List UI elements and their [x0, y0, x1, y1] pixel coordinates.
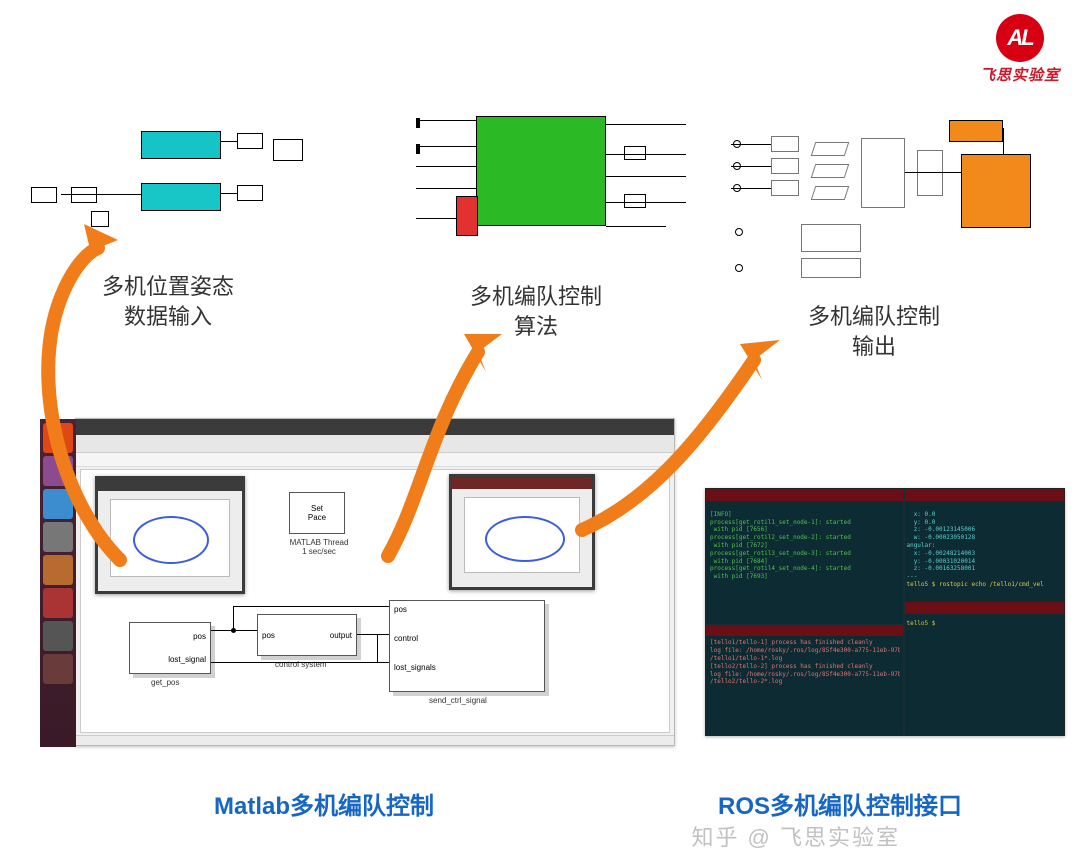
wire	[221, 193, 237, 194]
wire	[211, 662, 389, 663]
small-box	[624, 194, 646, 208]
scope-window-1[interactable]	[95, 476, 245, 594]
block-name: send_ctrl_signal	[429, 696, 487, 705]
wire	[233, 606, 234, 630]
wire-junction	[231, 628, 236, 633]
port-label: output	[330, 631, 352, 640]
small-box	[237, 133, 263, 149]
ros-screenshot: [INFO] process[get_rotil1_set_node-1]: s…	[705, 488, 1065, 736]
cyan-block-1	[141, 131, 221, 159]
mini-diagram-algorithm	[415, 105, 695, 275]
launcher-icon[interactable]	[43, 588, 73, 618]
terminal-pane-3[interactable]: [tello1/tello-1] process has finished cl…	[710, 632, 900, 730]
orange-block	[961, 154, 1031, 228]
small-box	[31, 187, 57, 203]
small-box	[624, 146, 646, 160]
plot-area	[110, 499, 230, 577]
logo-mark: AL	[996, 14, 1044, 62]
wire	[221, 141, 237, 142]
port-label: control	[394, 634, 418, 643]
green-block	[476, 116, 606, 226]
port-label: pos	[394, 605, 407, 614]
terminal-titlebar	[706, 489, 903, 501]
caption-ros: ROS多机编队控制接口	[718, 786, 962, 821]
pane-divider	[706, 624, 903, 626]
brand-logo: AL 飞思实验室	[980, 14, 1060, 85]
label-input: 多机位置姿态 数据输入	[102, 272, 234, 331]
launcher-icon[interactable]	[43, 555, 73, 585]
block-name: get_pos	[151, 678, 179, 687]
scope-window-2[interactable]	[449, 474, 595, 590]
pane-divider	[903, 489, 905, 735]
port-label: lost_signal	[168, 655, 206, 664]
mini-diagram-input	[20, 130, 320, 260]
launcher-icon[interactable]	[43, 423, 73, 453]
trajectory-ellipse	[485, 516, 565, 562]
terminal-pane-2[interactable]: x: 0.0 y: 0.0 z: -0.00123145006 w: -0.00…	[906, 503, 1060, 606]
small-box	[71, 187, 97, 203]
simulink-canvas[interactable]: Set Pace MATLAB Thread 1 sec/sec pos los…	[80, 469, 670, 733]
wire	[61, 194, 141, 195]
launcher-icon[interactable]	[43, 522, 73, 552]
mini-diagram-output	[730, 115, 1050, 295]
simulink-tabs[interactable]	[76, 453, 674, 467]
plot-area	[464, 497, 580, 573]
wire	[233, 606, 389, 607]
scope-titlebar	[98, 479, 242, 491]
cyan-block-2	[141, 183, 221, 211]
launcher-icon[interactable]	[43, 621, 73, 651]
launcher-icon[interactable]	[43, 489, 73, 519]
watermark: 知乎 @ 飞思实验室	[691, 820, 900, 852]
ubuntu-launcher	[40, 419, 76, 747]
terminal-pane-1[interactable]: [INFO] process[get_rotil1_set_node-1]: s…	[710, 503, 900, 601]
caption-matlab: Matlab多机编队控制	[214, 786, 434, 821]
control-system-block[interactable]: pos output	[257, 614, 357, 656]
port-label: pos	[262, 631, 275, 640]
trajectory-ellipse	[133, 516, 209, 564]
launcher-icon[interactable]	[43, 456, 73, 486]
set-pace-block[interactable]: Set Pace	[289, 492, 345, 534]
port-label: pos	[168, 632, 206, 641]
launcher-icon[interactable]	[43, 654, 73, 684]
get-pos-block[interactable]: pos lost_signal	[129, 622, 211, 674]
small-box	[237, 185, 263, 201]
statusbar	[76, 735, 674, 745]
terminal-pane-4[interactable]: tello5 $	[906, 612, 1060, 725]
label-output: 多机编队控制 输出	[808, 302, 940, 361]
simulink-toolbar[interactable]	[76, 435, 674, 453]
small-box	[273, 139, 303, 161]
matlab-screenshot: Set Pace MATLAB Thread 1 sec/sec pos los…	[75, 418, 675, 746]
wire	[377, 634, 378, 662]
window-titlebar	[76, 419, 674, 435]
label-algorithm: 多机编队控制 算法	[470, 282, 602, 341]
small-box	[91, 211, 109, 227]
block-text: Set	[311, 504, 323, 513]
port-label: lost_signals	[394, 663, 436, 672]
red-block	[456, 196, 478, 236]
terminal-titlebar	[903, 489, 1064, 501]
logo-text: 飞思实验室	[980, 64, 1060, 85]
scope-titlebar	[452, 477, 592, 489]
send-ctrl-block[interactable]: pos control lost_signals	[389, 600, 545, 692]
block-caption: MATLAB Thread 1 sec/sec	[279, 538, 359, 556]
orange-block	[949, 120, 1003, 142]
wire	[357, 634, 389, 635]
block-text: Pace	[308, 513, 326, 522]
